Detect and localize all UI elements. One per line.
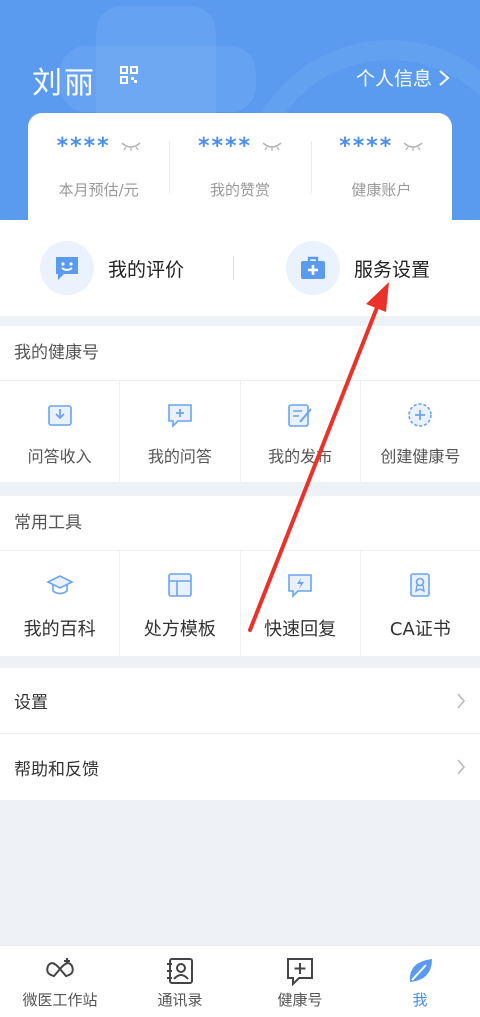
grid-label: 处方模板 [143, 619, 216, 640]
stat-appreciation[interactable]: **** 我的赞赏 [169, 113, 310, 225]
my-qa-button[interactable]: 我的问答 [120, 381, 241, 482]
eye-closed-icon[interactable] [121, 141, 141, 151]
chevron-right-icon [457, 759, 466, 775]
grid-label: 快速回复 [264, 619, 337, 640]
health-section: 我的健康号 问答收入 我的问答 我的发布 创建健康号 [0, 326, 480, 482]
section-title: 我的健康号 [14, 343, 99, 363]
personal-info-link[interactable]: 个人信息 [356, 64, 450, 91]
quick-actions: 我的评价 服务设置 [0, 220, 480, 316]
quick-reply-button[interactable]: 快速回复 [241, 551, 361, 656]
quick-reply-icon [288, 574, 312, 598]
ca-certificate-button[interactable]: CA证书 [361, 551, 480, 656]
plus-circle-icon [408, 403, 433, 427]
my-reviews-button[interactable]: 我的评价 [0, 220, 234, 316]
prescription-template-button[interactable]: 处方模板 [120, 551, 241, 656]
stat-health-account[interactable]: **** 健康账户 [310, 113, 452, 225]
user-name: 刘丽 [32, 66, 96, 101]
tab-label: 健康号 [277, 991, 323, 1009]
health-plus-icon [287, 958, 313, 986]
grid-label: 我的问答 [147, 447, 212, 466]
question-chat-icon [168, 404, 192, 428]
tab-label: 微医工作站 [22, 991, 98, 1009]
stat-value: **** [56, 133, 111, 159]
help-feedback-row[interactable]: 帮助和反馈 [0, 734, 480, 800]
grid-label: CA证书 [389, 619, 451, 640]
tools-section: 常用工具 我的百科 处方模板 快速回复 CA证书 [0, 496, 480, 656]
settings-row[interactable]: 设置 [0, 668, 480, 734]
help-feedback-label: 帮助和反馈 [14, 759, 99, 780]
grid-label: 问答收入 [27, 447, 92, 466]
chevron-right-icon [457, 692, 466, 709]
contacts-icon [167, 958, 193, 984]
grid-label: 我的百科 [23, 619, 96, 640]
stat-monthly-estimate[interactable]: **** 本月预估/元 [28, 113, 169, 225]
eye-closed-icon[interactable] [262, 141, 282, 151]
tab-label: 我 [412, 991, 428, 1009]
create-health-account-button[interactable]: 创建健康号 [361, 381, 480, 482]
service-settings-button[interactable]: 服务设置 [234, 220, 480, 316]
medical-kit-icon [301, 256, 325, 279]
personal-info-label: 个人信息 [355, 68, 432, 90]
bottom-tab-bar: 微医工作站 通讯录 健康号 我 [0, 945, 480, 1017]
certificate-icon [410, 573, 431, 597]
template-icon [168, 573, 192, 597]
eye-closed-icon[interactable] [403, 141, 423, 151]
service-settings-label: 服务设置 [354, 258, 431, 281]
qr-code-icon[interactable] [120, 66, 138, 84]
stat-value: **** [197, 133, 252, 159]
grid-label: 我的发布 [268, 447, 333, 466]
graduation-cap-icon [45, 575, 74, 595]
my-posts-button[interactable]: 我的发布 [241, 381, 361, 482]
workstation-icon [46, 958, 74, 978]
leaf-icon [409, 959, 432, 982]
tab-contacts[interactable]: 通讯录 [120, 946, 240, 1017]
smile-chat-icon [56, 257, 78, 280]
download-tray-icon [47, 405, 72, 426]
tab-label: 通讯录 [157, 991, 203, 1009]
edit-doc-icon [288, 404, 312, 427]
my-encyclopedia-button[interactable]: 我的百科 [0, 551, 121, 656]
settings-list: 设置 帮助和反馈 [0, 668, 480, 800]
section-title: 常用工具 [14, 513, 82, 533]
my-reviews-label: 我的评价 [108, 258, 185, 281]
stat-value: **** [339, 133, 394, 159]
settings-label: 设置 [14, 693, 48, 713]
stat-label: 健康账户 [351, 181, 412, 199]
stat-label: 我的赞赏 [209, 181, 270, 199]
tab-workstation[interactable]: 微医工作站 [0, 946, 120, 1017]
grid-label: 创建健康号 [380, 447, 461, 466]
chevron-right-icon [439, 69, 450, 86]
stats-card: **** 本月预估/元 **** 我的赞赏 **** 健康账户 [28, 113, 452, 225]
tab-me[interactable]: 我 [360, 946, 480, 1017]
stat-label: 本月预估/元 [58, 181, 139, 199]
qa-income-button[interactable]: 问答收入 [0, 381, 121, 482]
tab-health-account[interactable]: 健康号 [240, 946, 360, 1017]
